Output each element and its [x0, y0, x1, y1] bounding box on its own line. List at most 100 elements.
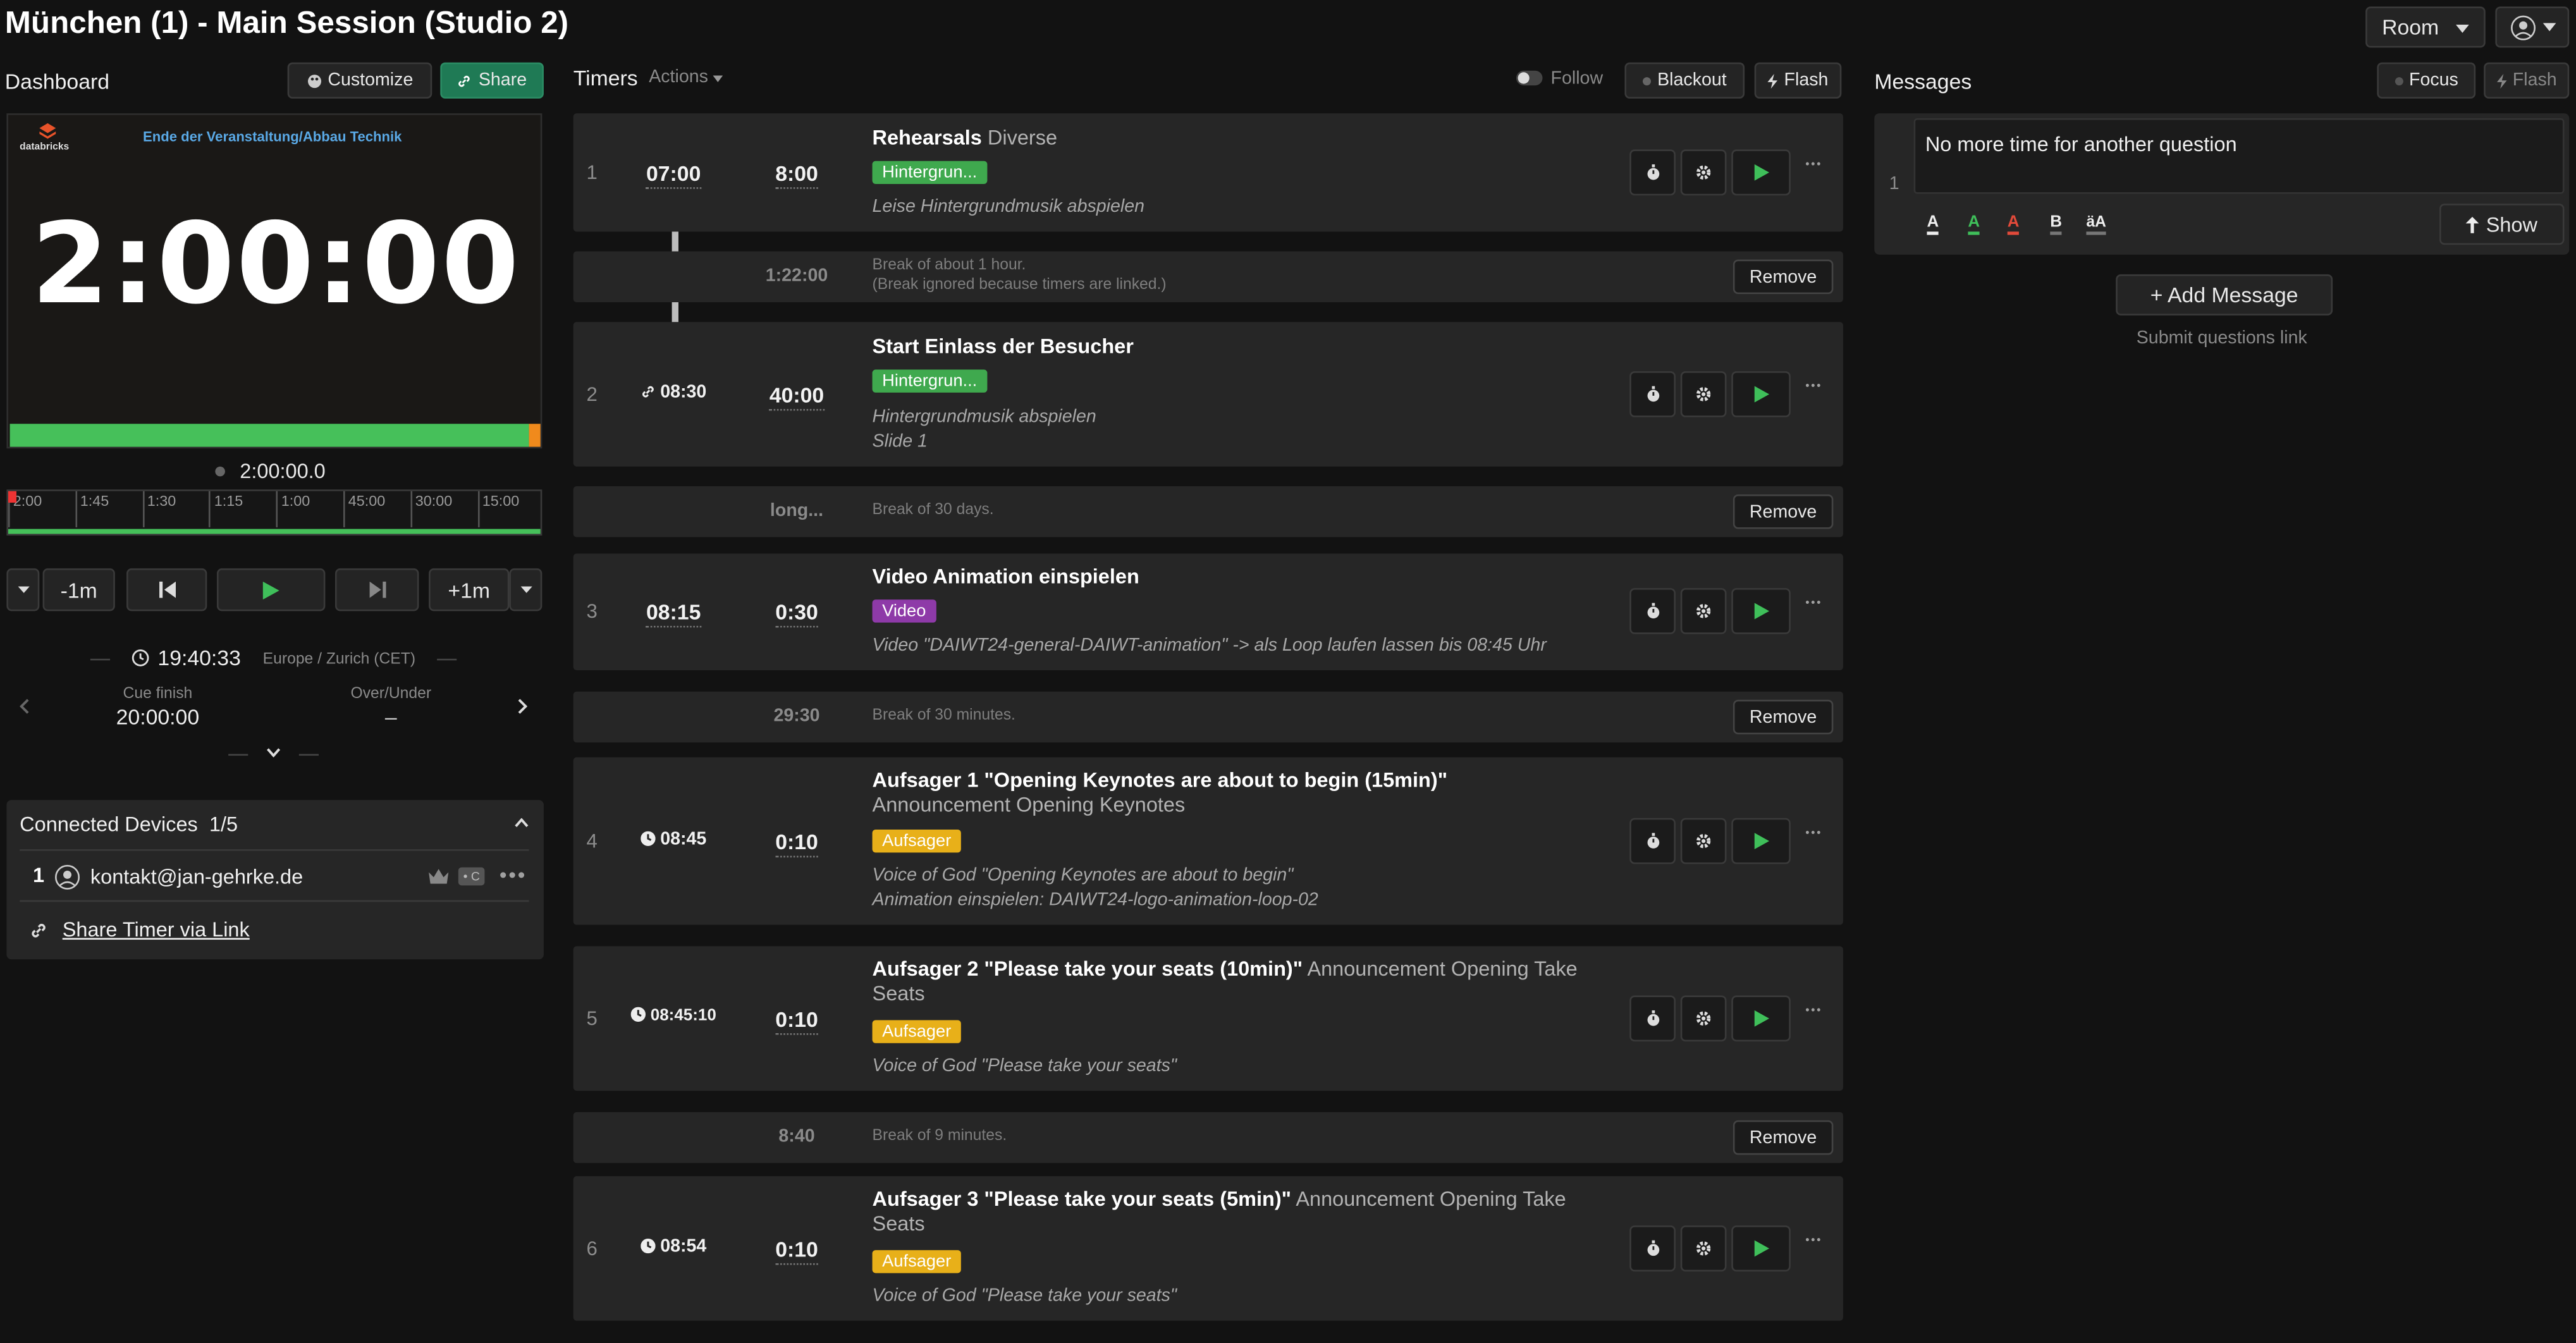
lightning-icon — [1767, 73, 1778, 88]
play-timer-button[interactable] — [1731, 995, 1791, 1042]
settings-button[interactable] — [1680, 371, 1727, 417]
timer-title[interactable]: Aufsager 3 "Please take your seats (5min… — [873, 1187, 1579, 1237]
timer-row[interactable]: 5 08:45:10 0:10 Aufsager 2 "Please take you… — [573, 946, 1843, 1091]
timer-start[interactable]: 07:00 — [619, 161, 727, 189]
timer-title[interactable]: Rehearsals Diverse — [873, 126, 1579, 151]
stopwatch-button[interactable] — [1629, 1225, 1676, 1272]
palette-icon — [307, 73, 321, 87]
text-color-red-button[interactable]: A — [2007, 214, 2020, 235]
plus-one-minute-button[interactable]: +1m — [429, 568, 510, 611]
remove-gap-button[interactable]: Remove — [1733, 494, 1834, 529]
settings-button[interactable] — [1680, 149, 1727, 196]
timer-start[interactable]: 08:30 — [619, 383, 727, 403]
uppercase-button[interactable]: äA — [2086, 214, 2107, 235]
timer-number: 1 — [586, 161, 598, 184]
more-icon[interactable]: ••• — [1805, 828, 1822, 839]
more-icon[interactable]: ••• — [1805, 381, 1822, 393]
settings-button[interactable] — [1680, 588, 1727, 634]
minus-one-minute-button[interactable]: -1m — [42, 568, 115, 611]
gap-duration: 8:40 — [778, 1127, 815, 1147]
bold-button[interactable]: B — [2050, 214, 2063, 235]
share-button[interactable]: Share — [440, 62, 544, 99]
crown-icon[interactable] — [429, 869, 449, 884]
play-button[interactable] — [216, 568, 326, 611]
settings-button[interactable] — [1680, 1225, 1727, 1272]
timer-preview[interactable]: databricks Ende der Veranstaltung/Abbau … — [6, 113, 543, 449]
user-menu[interactable] — [2495, 6, 2570, 48]
cue-finish-value: 20:00:00 — [116, 704, 200, 730]
timer-title[interactable]: Aufsager 1 "Opening Keynotes are about t… — [873, 769, 1579, 818]
remove-gap-button[interactable]: Remove — [1733, 699, 1834, 735]
timer-row[interactable]: 4 08:45 0:10 Aufsager 1 "Opening Keynotes a… — [573, 757, 1843, 925]
databricks-logo-icon — [39, 123, 56, 139]
timer-duration[interactable]: 0:10 — [738, 1237, 856, 1265]
settings-button[interactable] — [1680, 995, 1727, 1042]
play-timer-button[interactable] — [1731, 371, 1791, 417]
timer-start[interactable]: 08:45:10 — [619, 1007, 727, 1025]
more-icon[interactable]: ••• — [1805, 1236, 1822, 1247]
timer-duration[interactable]: 0:10 — [738, 1007, 856, 1035]
stopwatch-button[interactable] — [1629, 818, 1676, 864]
timeline-scale[interactable]: 2:00 1:45 1:30 1:15 1:00 45:00 30:00 15:00 — [6, 489, 543, 536]
divider — [298, 754, 319, 756]
follow-toggle[interactable] — [1516, 70, 1543, 86]
text-color-green-button[interactable]: A — [1968, 214, 1980, 235]
customize-button[interactable]: Customize — [287, 62, 432, 99]
chevron-down-icon[interactable] — [266, 747, 281, 757]
clock-icon — [630, 1007, 646, 1022]
add-message-button[interactable]: + Add Message — [2116, 274, 2333, 316]
timer-number: 3 — [586, 599, 598, 623]
stopwatch-button[interactable] — [1629, 149, 1676, 196]
message-flash-button[interactable]: Flash — [2484, 62, 2570, 99]
timer-start[interactable]: 08:54 — [619, 1237, 727, 1256]
remove-gap-button[interactable]: Remove — [1733, 1120, 1834, 1155]
timer-title[interactable]: Start Einlass der Besucher — [873, 335, 1579, 360]
play-timer-button[interactable] — [1731, 818, 1791, 864]
timer-title[interactable]: Aufsager 2 "Please take your seats (10mi… — [873, 958, 1579, 1007]
timer-start[interactable]: 08:15 — [619, 599, 727, 628]
previous-button[interactable] — [126, 568, 207, 611]
more-icon[interactable]: ••• — [1805, 598, 1822, 610]
chevron-right-icon[interactable] — [517, 698, 527, 714]
focus-button[interactable]: Focus — [2377, 62, 2476, 99]
timer-title[interactable]: Video Animation einspielen — [873, 565, 1579, 590]
timer-duration[interactable]: 40:00 — [738, 383, 856, 411]
room-dropdown[interactable]: Room — [2365, 6, 2486, 48]
settings-button[interactable] — [1680, 818, 1727, 864]
stopwatch-button[interactable] — [1629, 371, 1676, 417]
more-icon[interactable]: ••• — [500, 862, 527, 887]
flash-button[interactable]: Flash — [1754, 62, 1842, 99]
blackout-button[interactable]: Blackout — [1624, 62, 1745, 99]
play-timer-button[interactable] — [1731, 1225, 1791, 1272]
app-root: München (1) - Main Session (Studio 2) Ro… — [0, 0, 2576, 1343]
more-icon[interactable]: ••• — [1805, 159, 1822, 171]
timer-duration[interactable]: 0:30 — [738, 599, 856, 628]
remove-gap-button[interactable]: Remove — [1733, 259, 1834, 295]
plus-options-button[interactable] — [509, 568, 543, 611]
share-timer-link[interactable]: Share Timer via Link — [63, 918, 250, 941]
show-message-button[interactable]: Show — [2439, 204, 2565, 245]
submit-questions-link[interactable]: Submit questions link — [1874, 329, 2569, 348]
chevron-up-icon[interactable] — [514, 818, 529, 828]
timer-start[interactable]: 08:45 — [619, 830, 727, 849]
stopwatch-button[interactable] — [1629, 995, 1676, 1042]
stopwatch-button[interactable] — [1629, 588, 1676, 634]
play-timer-button[interactable] — [1731, 149, 1791, 196]
more-icon[interactable]: ••• — [1805, 1005, 1822, 1017]
gap-line: Break of about 1 hour. — [872, 256, 1026, 274]
timer-row[interactable]: 3 08:15 0:30 Video Animation einspielen Vide… — [573, 553, 1843, 670]
timer-row[interactable]: 6 08:54 0:10 Aufsager 3 "Please take your s… — [573, 1176, 1843, 1321]
chevron-left-icon[interactable] — [20, 698, 30, 714]
timer-duration[interactable]: 0:10 — [738, 829, 856, 858]
text-color-white-button[interactable]: A — [1927, 214, 1939, 235]
timer-duration[interactable]: 8:00 — [738, 161, 856, 189]
timer-row[interactable]: 1 07:00 8:00 Rehearsals Diverse Hintergrun..… — [573, 113, 1843, 232]
actions-menu[interactable]: Actions — [649, 68, 723, 87]
play-timer-button[interactable] — [1731, 588, 1791, 634]
message-textarea[interactable]: No more time for another question — [1913, 118, 2565, 194]
gear-icon — [1696, 604, 1711, 618]
timer-row[interactable]: 2 08:30 40:00 Start Einlass der Besucher Hin… — [573, 322, 1843, 467]
minus-options-button[interactable] — [6, 568, 40, 611]
timer-speaker: Announcement Opening Keynotes — [872, 793, 1186, 817]
next-button[interactable] — [334, 568, 419, 611]
